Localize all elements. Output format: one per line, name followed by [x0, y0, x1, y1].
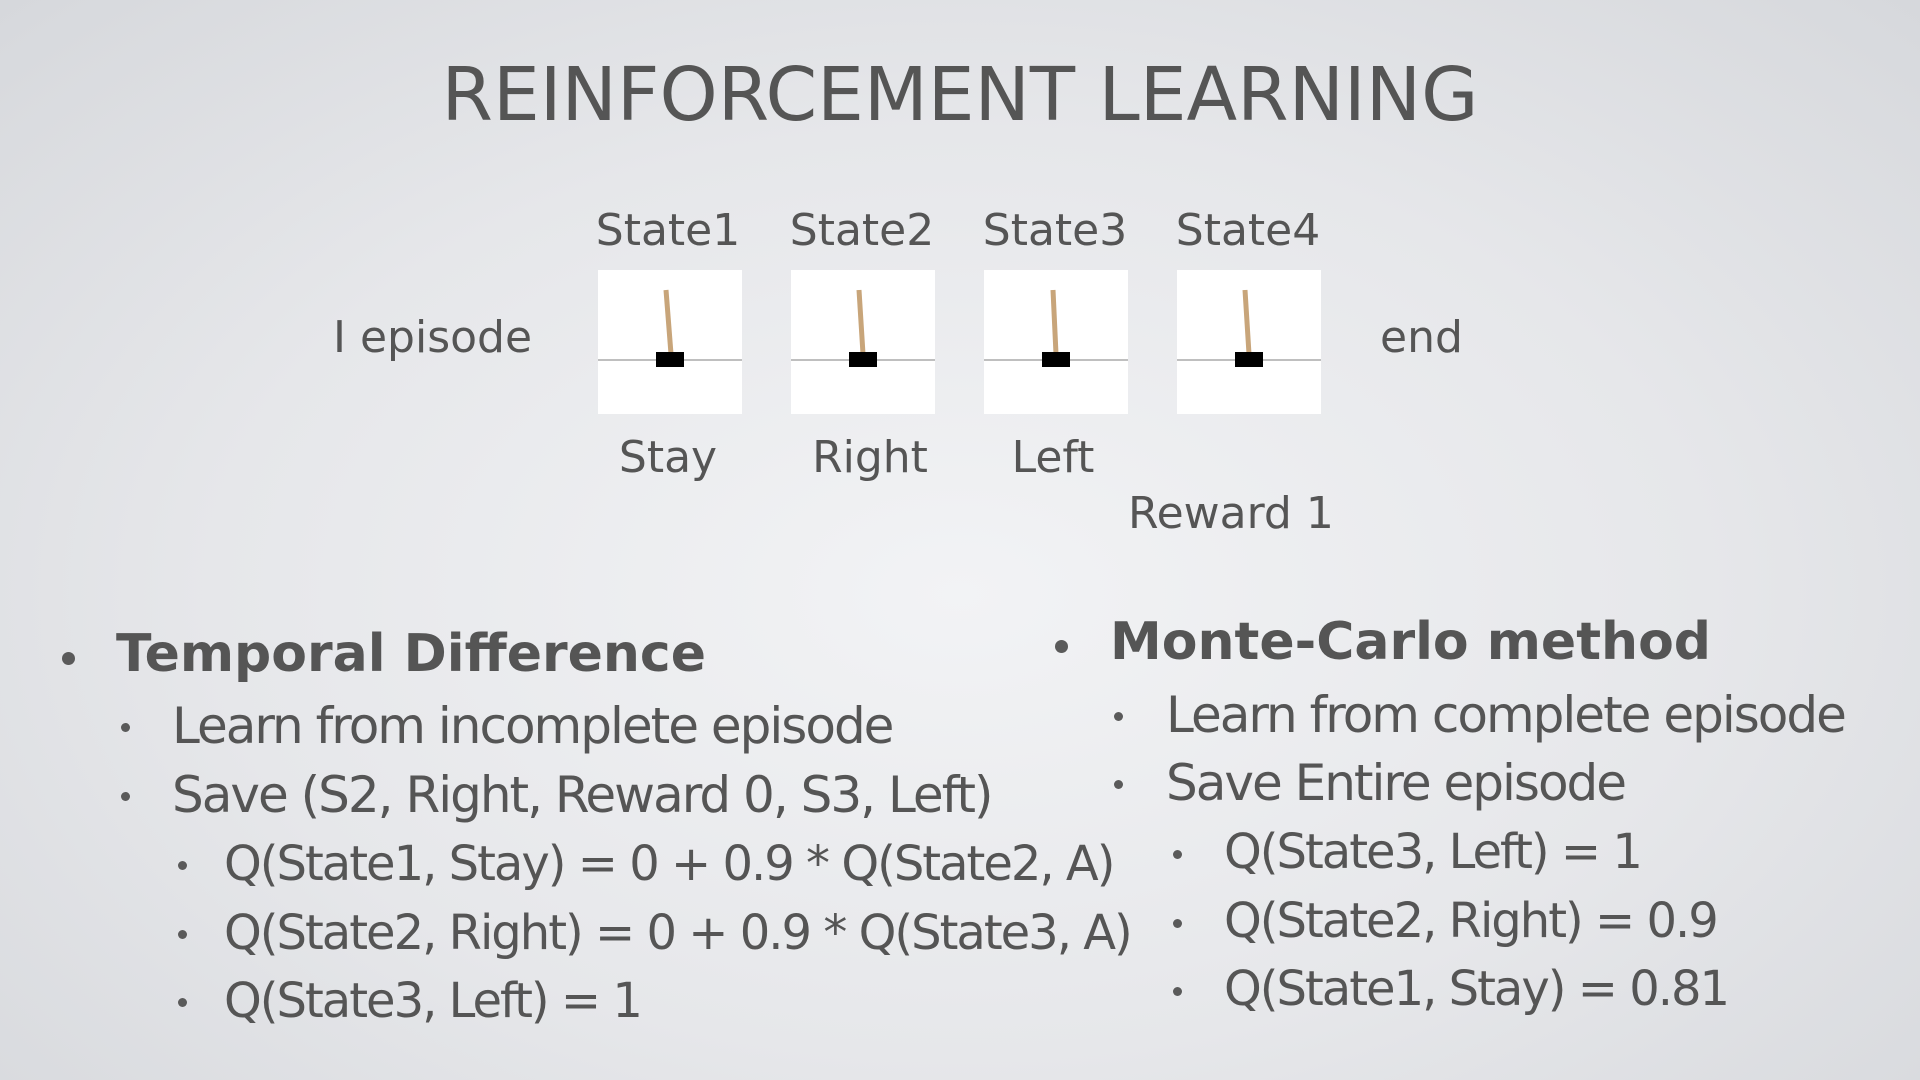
mc-heading: Monte-Carlo method — [1110, 612, 1712, 672]
cartpole-image — [1177, 289, 1321, 367]
bullet-icon — [1173, 850, 1182, 859]
slide-title: REINFORCEMENT LEARNING — [441, 52, 1479, 138]
td-heading: Temporal Difference — [116, 624, 707, 684]
cartpole-image — [598, 289, 742, 367]
cartpole-image — [791, 289, 935, 367]
td-item-1: Learn from incomplete episode — [172, 697, 894, 755]
bullet-icon — [1173, 919, 1182, 928]
bullet-icon — [1055, 640, 1068, 653]
td-subitem-2: Q(State2, Right) = 0 + 0.9 * Q(State3, A… — [224, 905, 1133, 961]
state-frame-4 — [1177, 270, 1321, 414]
bullet-icon — [178, 861, 187, 870]
bullet-icon — [1114, 712, 1123, 721]
state-label-2: State2 — [789, 205, 935, 256]
td-subitem-3: Q(State3, Left) = 1 — [224, 973, 643, 1029]
td-subitem-1: Q(State1, Stay) = 0 + 0.9 * Q(State2, A) — [224, 836, 1115, 892]
td-item-2: Save (S2, Right, Reward 0, S3, Left) — [172, 766, 994, 824]
state-frame-3 — [984, 270, 1128, 414]
state-frame-2 — [791, 270, 935, 414]
bullet-icon — [1114, 780, 1123, 789]
action-label-1: Stay — [618, 432, 718, 483]
cartpole-image — [984, 289, 1128, 367]
action-label-2: Right — [812, 432, 928, 483]
action-label-3: Left — [1011, 432, 1095, 483]
bullet-icon — [178, 930, 187, 939]
bullet-icon — [62, 652, 75, 665]
mc-subitem-1: Q(State3, Left) = 1 — [1224, 824, 1643, 880]
state-frame-1 — [598, 270, 742, 414]
state-label-1: State1 — [595, 205, 741, 256]
mc-item-2: Save Entire episode — [1166, 754, 1627, 812]
episode-end-label: end — [1380, 312, 1463, 363]
bullet-icon — [121, 792, 130, 801]
mc-item-1: Learn from complete episode — [1166, 686, 1847, 744]
state-label-3: State3 — [982, 205, 1128, 256]
state-label-4: State4 — [1175, 205, 1321, 256]
mc-subitem-2: Q(State2, Right) = 0.9 — [1224, 893, 1719, 949]
reward-label: Reward 1 — [1128, 488, 1334, 539]
bullet-icon — [178, 998, 187, 1007]
mc-subitem-3: Q(State1, Stay) = 0.81 — [1224, 961, 1730, 1017]
episode-label: I episode — [333, 312, 533, 363]
bullet-icon — [121, 723, 130, 732]
bullet-icon — [1173, 987, 1182, 996]
